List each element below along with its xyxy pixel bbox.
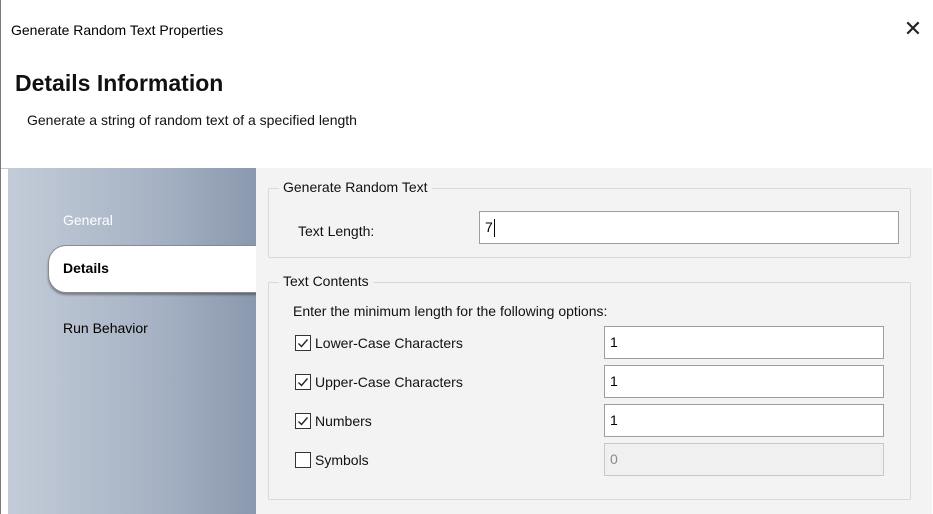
page-title: Details Information: [15, 70, 224, 96]
text-caret: [493, 219, 495, 238]
numbers-min-input[interactable]: 1: [604, 404, 884, 437]
checkmark-icon: [298, 339, 309, 348]
text-contents-group: Text Contents Enter the minimum length f…: [268, 273, 911, 500]
sidebar-item-run-behavior[interactable]: Run Behavior: [8, 306, 256, 346]
upper-case-label: Upper-Case Characters: [315, 374, 463, 390]
sidebar-item-general[interactable]: General: [8, 200, 256, 240]
close-icon[interactable]: ✕: [902, 18, 924, 40]
numbers-checkbox[interactable]: [295, 413, 311, 429]
text-length-value: 7: [485, 219, 493, 235]
sidebar-item-label: Run Behavior: [63, 320, 148, 336]
lower-case-label: Lower-Case Characters: [315, 335, 463, 351]
group-legend: Text Contents: [279, 273, 373, 289]
upper-case-checkbox[interactable]: [295, 374, 311, 390]
page-subtitle: Generate a string of random text of a sp…: [27, 112, 357, 128]
group-legend: Generate Random Text: [279, 179, 432, 195]
instruction-text: Enter the minimum length for the followi…: [293, 303, 608, 319]
details-header: Details Information Generate a string of…: [1, 46, 932, 169]
numbers-label: Numbers: [315, 413, 372, 429]
sidebar: General Details Run Behavior: [8, 168, 263, 514]
symbols-checkbox[interactable]: [295, 452, 311, 468]
checkmark-icon: [298, 378, 309, 387]
upper-case-min-input[interactable]: 1: [604, 365, 884, 398]
text-length-label: Text Length:: [298, 223, 375, 239]
title-bar: Generate Random Text Properties ✕: [1, 0, 932, 46]
symbols-min-input: 0: [604, 443, 884, 476]
properties-dialog: Generate Random Text Properties ✕ Detail…: [0, 0, 932, 514]
details-panel: Generate Random Text Text Length: 7 Text…: [256, 168, 932, 514]
symbols-label: Symbols: [315, 452, 369, 468]
sidebar-item-label: Details: [63, 260, 109, 276]
checkmark-icon: [298, 417, 309, 426]
text-length-input[interactable]: 7: [479, 211, 899, 244]
lower-case-checkbox[interactable]: [295, 335, 311, 351]
generate-random-text-group: Generate Random Text Text Length: 7: [268, 179, 911, 258]
window-title: Generate Random Text Properties: [11, 22, 224, 38]
sidebar-item-details[interactable]: Details: [48, 245, 263, 293]
sidebar-item-label: General: [63, 212, 113, 228]
lower-case-min-input[interactable]: 1: [604, 326, 884, 359]
